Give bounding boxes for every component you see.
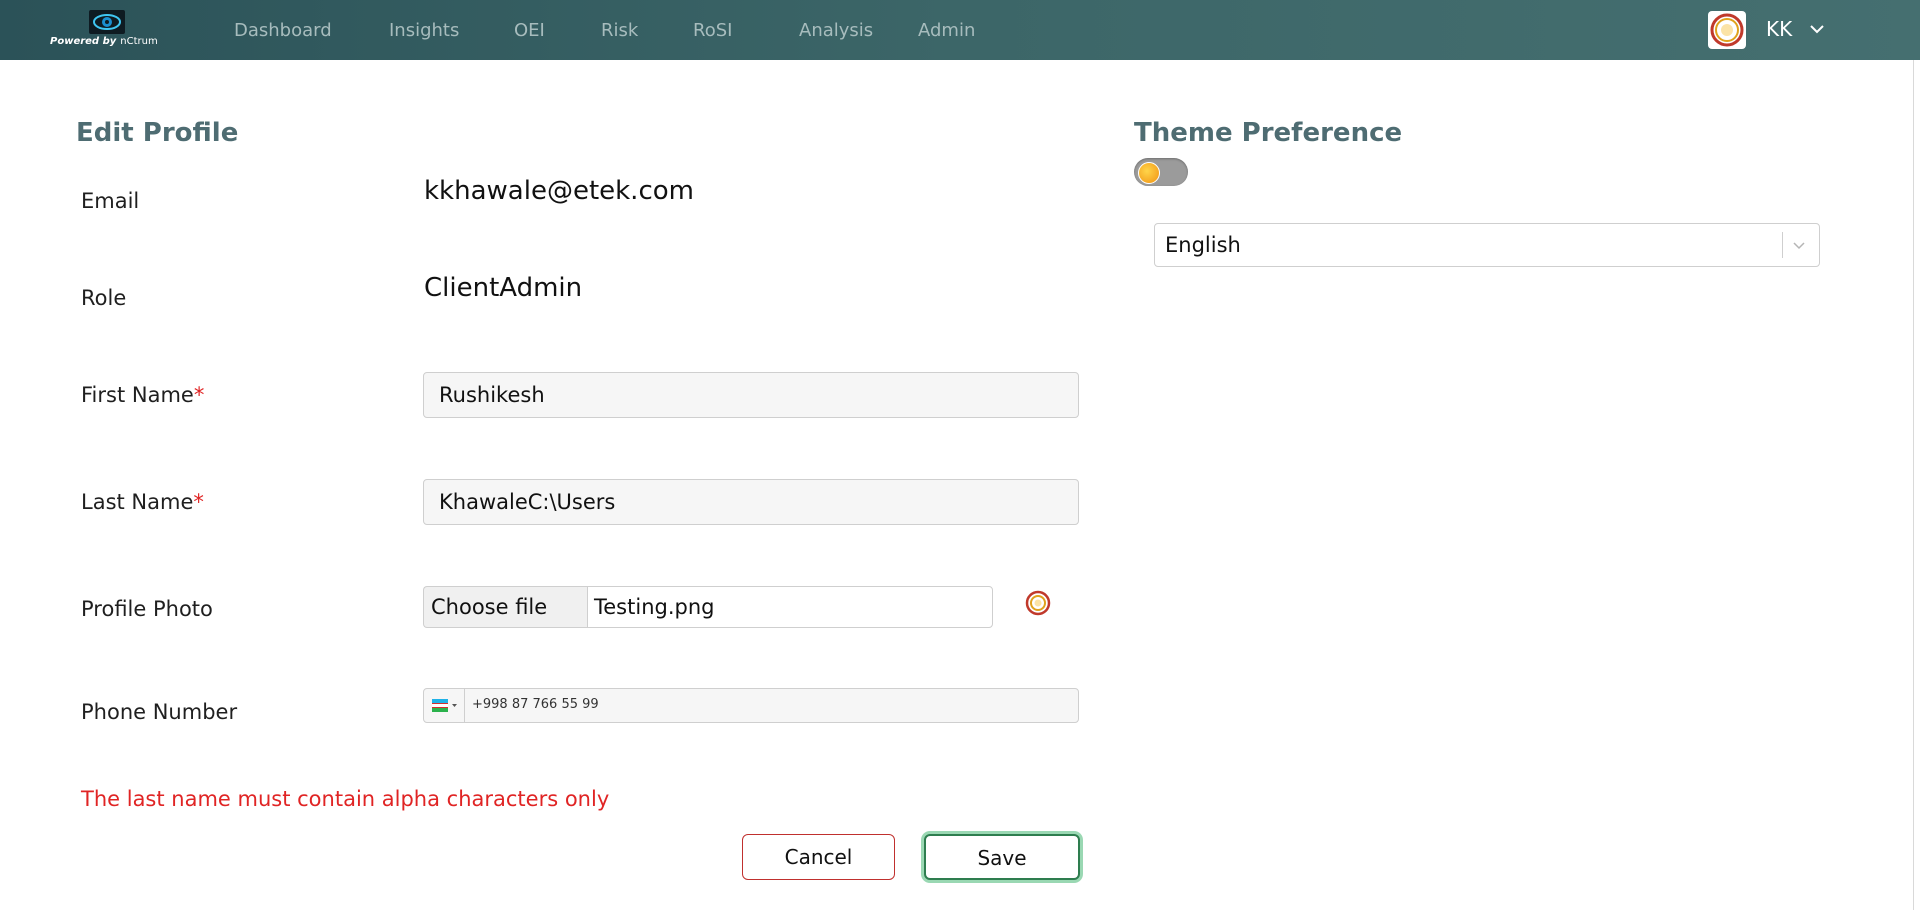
language-select[interactable]: English <box>1154 223 1820 267</box>
nav-insights[interactable]: Insights <box>389 20 459 41</box>
nav-dashboard[interactable]: Dashboard <box>234 20 332 41</box>
language-select-value: English <box>1165 233 1241 257</box>
first-name-label: First Name* <box>81 383 204 407</box>
role-label: Role <box>81 286 127 310</box>
file-name-field[interactable]: Testing.png <box>587 586 993 628</box>
nav-oei[interactable]: OEI <box>514 20 545 41</box>
toggle-knob <box>1138 162 1160 184</box>
select-separator <box>1782 232 1783 258</box>
nav-risk[interactable]: Risk <box>601 20 638 41</box>
eye-logo-icon <box>89 10 125 34</box>
user-avatar[interactable] <box>1708 11 1746 49</box>
choose-file-button[interactable]: Choose file <box>423 586 587 628</box>
phone-number-field[interactable]: +998 87 766 55 99 <box>423 688 1079 723</box>
app-logo[interactable]: Powered by nCtrum <box>50 8 162 52</box>
theme-toggle[interactable] <box>1134 158 1188 186</box>
phone-number-label: Phone Number <box>81 700 238 724</box>
logo-caption: Powered by nCtrum <box>50 36 158 47</box>
email-value: kkhawale@etek.com <box>424 176 694 206</box>
nav-rosi[interactable]: RoSI <box>693 20 732 41</box>
chevron-down-icon[interactable] <box>1792 237 1806 257</box>
last-name-label-text: Last Name <box>81 490 194 514</box>
nav-admin[interactable]: Admin <box>918 20 975 41</box>
last-name-input[interactable]: KhawaleC:\Users <box>423 479 1079 525</box>
save-button[interactable]: Save <box>924 834 1080 880</box>
profile-photo-label: Profile Photo <box>81 597 213 621</box>
country-flag-dropdown[interactable] <box>424 689 465 722</box>
first-name-input[interactable]: Rushikesh <box>423 372 1079 418</box>
scrollbar-track[interactable] <box>1913 60 1914 910</box>
profile-photo-thumbnail <box>1024 589 1052 617</box>
cancel-button[interactable]: Cancel <box>742 834 895 880</box>
nav-analysis[interactable]: Analysis <box>799 20 873 41</box>
role-value: ClientAdmin <box>424 273 583 303</box>
edit-profile-title: Edit Profile <box>76 118 239 148</box>
logo-powered-by: Powered by <box>50 36 117 47</box>
phone-number-value: +998 87 766 55 99 <box>472 697 599 712</box>
theme-preference-title: Theme Preference <box>1134 118 1403 148</box>
first-name-label-text: First Name <box>81 383 194 407</box>
email-label: Email <box>81 189 140 213</box>
required-mark: * <box>193 490 204 514</box>
required-mark: * <box>193 383 205 407</box>
user-initials[interactable]: KK <box>1766 17 1792 41</box>
top-navbar: Powered by nCtrum Dashboard Insights OEI … <box>0 0 1920 60</box>
validation-error: The last name must contain alpha charact… <box>81 787 610 811</box>
logo-brand: nCtrum <box>120 36 158 47</box>
chevron-down-icon[interactable] <box>1808 18 1826 44</box>
last-name-label: Last Name* <box>81 490 204 514</box>
